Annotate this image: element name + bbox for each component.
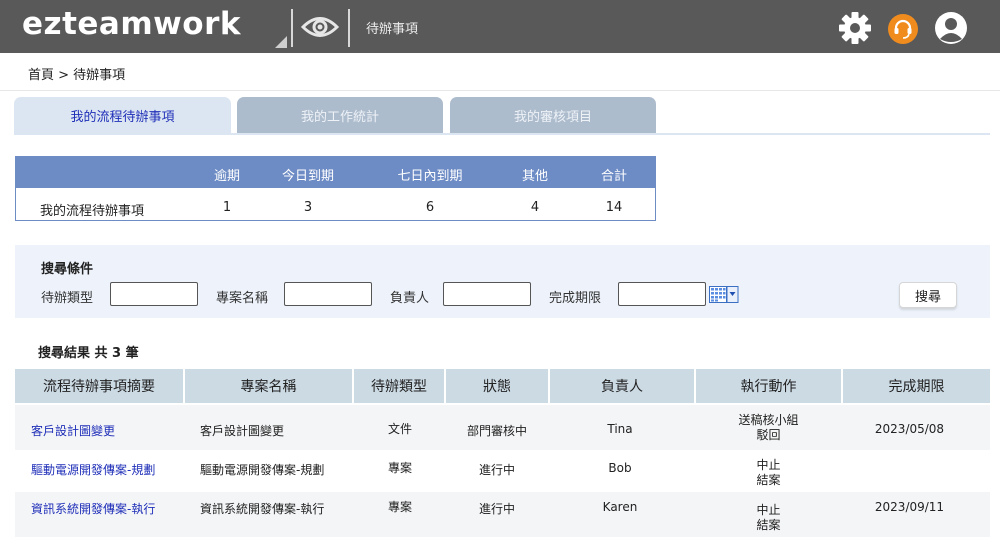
search-button[interactable]: 搜尋 [899,282,957,308]
summary-header-total: 合計 [600,169,627,184]
summary-value-overdue[interactable]: 1 [202,200,252,215]
summary-value-total[interactable]: 14 [589,200,639,215]
top-bar: ezteamwork 待辦事項 [0,0,1000,53]
owner-label: 負責人 [390,291,430,306]
summary-header-due-7days: 七日內到期 [397,169,463,184]
results-title: 搜尋結果 共 3 筆 [38,346,139,361]
row-project: 資訊系統開發傳案-執行 [200,502,325,516]
col-header-type[interactable]: 待辦類型 [354,369,444,403]
row-type: 專案 [387,461,412,475]
summary-header-due-today: 今日到期 [281,169,334,184]
divider [348,9,350,47]
page-label: 待辦事項 [366,22,419,37]
row-project: 客戶設計圖變更 [200,424,285,438]
row-action-close[interactable]: 結案 [696,516,841,533]
row-due: 2023/05/08 [874,422,945,436]
row-summary-link[interactable]: 客戶設計圖變更 [31,422,115,439]
row-owner: Karen [602,500,638,514]
summary-header-overdue: 逾期 [213,169,240,184]
tab-my-review-items[interactable]: 我的審核項目 [450,97,656,134]
search-title: 搜尋條件 [41,262,94,277]
col-header-project[interactable]: 專案名稱 [185,369,352,403]
row-status: 進行中 [478,463,515,477]
row-status: 進行中 [478,502,515,516]
todo-type-label: 待辦類型 [41,291,94,306]
row-project: 驅動電源開發傳案-規劃 [200,463,325,477]
col-header-due[interactable]: 完成期限 [843,369,990,403]
owner-input[interactable] [443,282,531,306]
row-type: 文件 [387,422,412,436]
col-header-owner[interactable]: 負責人 [550,369,694,403]
tab-my-workflow-todos[interactable]: 我的流程待辦事項 [14,97,231,134]
divider [291,9,293,47]
table-row: 驅動電源開發傳案-規劃 驅動電源開發傳案-規劃 專案 進行中 Bob 中止 結案 [15,450,990,492]
gear-icon[interactable] [838,11,872,45]
col-header-status[interactable]: 狀態 [446,369,548,403]
row-type: 專案 [387,500,412,514]
row-summary-link[interactable]: 驅動電源開發傳案-規劃 [31,461,155,478]
row-action-close[interactable]: 結案 [696,471,841,488]
search-panel: 搜尋條件 待辦類型 專案名稱 負責人 完成期限 搜尋 [15,245,990,318]
summary-value-other[interactable]: 4 [510,200,560,215]
logo-corner-mark [275,36,287,48]
user-icon[interactable] [934,11,968,45]
summary-header-other: 其他 [521,169,548,184]
tab-my-work-stats[interactable]: 我的工作統計 [237,97,443,134]
row-action-reject[interactable]: 駁回 [696,426,841,443]
due-date-input[interactable] [618,282,706,306]
calendar-icon[interactable] [709,286,739,303]
headset-icon[interactable] [888,14,918,44]
row-status: 部門審核中 [466,424,527,438]
summary-table: 逾期 今日到期 七日內到期 其他 合計 我的流程待辦事項 1 3 6 4 14 [15,156,656,221]
col-header-summary[interactable]: 流程待辦事項摘要 [15,369,183,403]
row-due: 2023/09/11 [874,500,945,514]
summary-value-due-today[interactable]: 3 [268,200,348,215]
summary-row-label: 我的流程待辦事項 [40,204,145,219]
project-name-label: 專案名稱 [216,291,269,306]
summary-value-due-7days[interactable]: 6 [380,200,480,215]
row-summary-link[interactable]: 資訊系統開發傳案-執行 [31,500,155,517]
tab-underline [14,133,990,135]
breadcrumb: 首頁 > 待辦事項 [28,68,126,83]
summary-header-row: 逾期 今日到期 七日內到期 其他 合計 [16,157,655,188]
row-owner: Tina [607,422,633,436]
table-row: 客戶設計圖變更 客戶設計圖變更 文件 部門審核中 Tina 送稿核小組 駁回 2… [15,405,990,450]
logo[interactable]: ezteamwork [22,6,241,42]
eye-icon[interactable] [301,12,339,42]
due-date-label: 完成期限 [549,291,602,306]
col-header-action[interactable]: 執行動作 [696,369,841,403]
row-owner: Bob [608,461,632,475]
project-name-input[interactable] [284,282,372,306]
table-row: 資訊系統開發傳案-執行 資訊系統開發傳案-執行 專案 進行中 Karen 中止 … [15,492,990,537]
divider [0,90,1000,91]
todo-type-input[interactable] [110,282,198,306]
